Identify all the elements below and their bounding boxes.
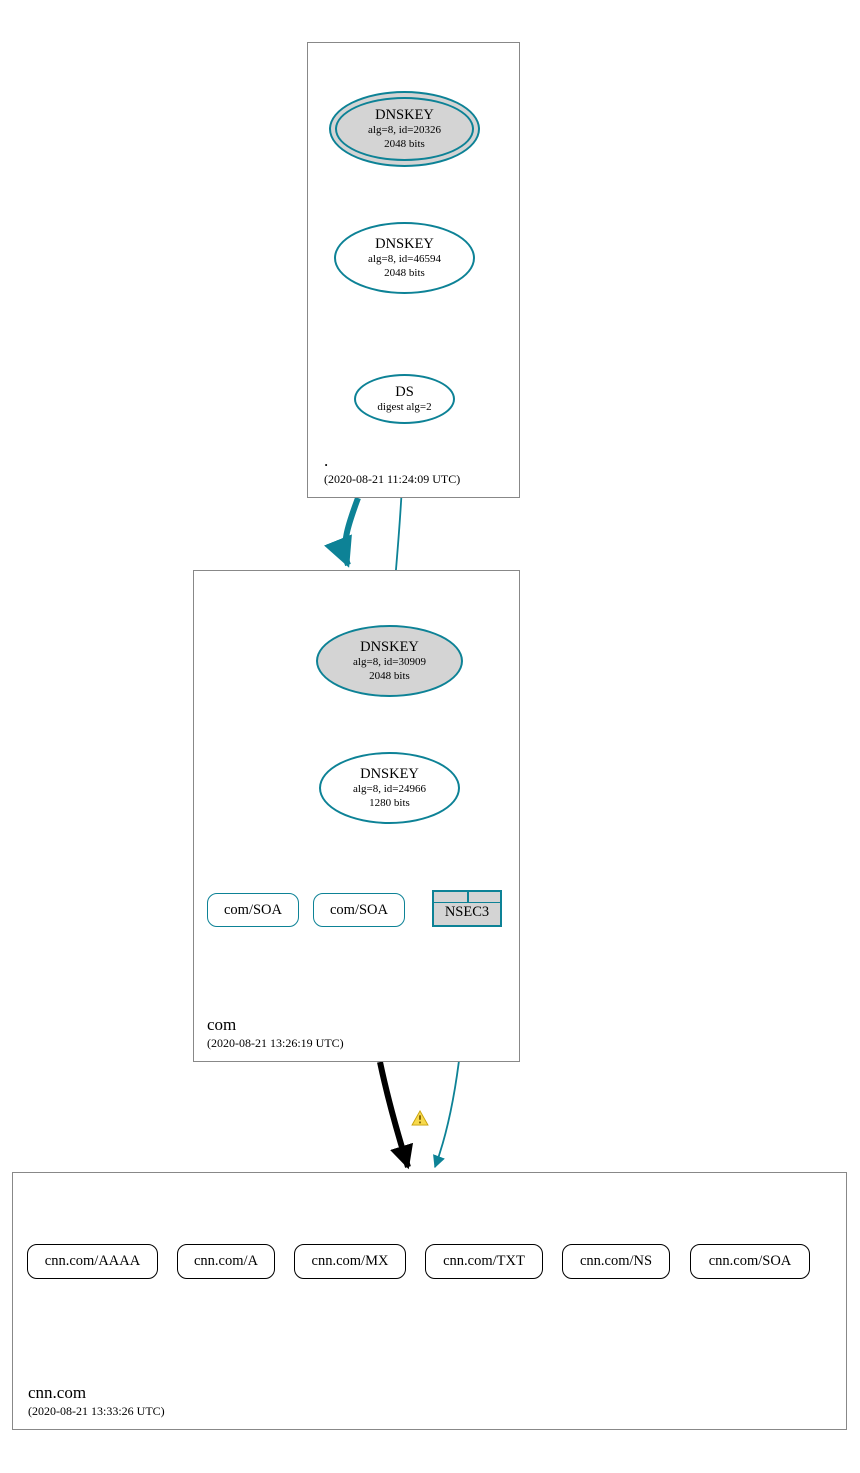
dnskey-alg: alg=8, id=30909: [353, 656, 426, 669]
zone-cnn-time: (2020-08-21 13:33:26 UTC): [28, 1404, 165, 1419]
warning-icon: [411, 1110, 429, 1126]
node-cnn-ns: cnn.com/NS: [562, 1244, 670, 1279]
zone-root-time: (2020-08-21 11:24:09 UTC): [324, 472, 460, 487]
node-com-ksk: DNSKEY alg=8, id=30909 2048 bits: [316, 625, 463, 697]
node-root-ksk: DNSKEY alg=8, id=20326 2048 bits: [329, 91, 480, 167]
zone-com-name: com: [207, 1015, 236, 1035]
zone-cnn: cnn.com (2020-08-21 13:33:26 UTC): [12, 1172, 847, 1430]
dnskey-title: DNSKEY: [375, 236, 434, 253]
node-cnn-a: cnn.com/A: [177, 1244, 275, 1279]
zone-cnn-name: cnn.com: [28, 1383, 86, 1403]
node-com-soa-2: com/SOA: [313, 893, 405, 927]
dnskey-title: DNSKEY: [360, 639, 419, 656]
node-com-soa-1: com/SOA: [207, 893, 299, 927]
ds-title: DS: [395, 384, 414, 401]
node-cnn-mx: cnn.com/MX: [294, 1244, 406, 1279]
dnskey-bits: 2048 bits: [384, 267, 425, 280]
dnskey-bits: 1280 bits: [369, 797, 410, 810]
dnskey-bits: 2048 bits: [384, 138, 425, 151]
dnskey-alg: alg=8, id=46594: [368, 253, 441, 266]
node-nsec3: NSEC3: [432, 890, 502, 927]
node-root-ds: DS digest alg=2: [354, 374, 455, 424]
dnskey-alg: alg=8, id=24966: [353, 783, 426, 796]
node-cnn-txt: cnn.com/TXT: [425, 1244, 543, 1279]
node-com-zsk: DNSKEY alg=8, id=24966 1280 bits: [319, 752, 460, 824]
zone-root-name: .: [324, 451, 328, 471]
dnskey-title: DNSKEY: [360, 766, 419, 783]
ds-digest: digest alg=2: [377, 401, 431, 414]
node-cnn-aaaa: cnn.com/AAAA: [27, 1244, 158, 1279]
dnskey-alg: alg=8, id=20326: [368, 124, 441, 137]
dnskey-title: DNSKEY: [375, 107, 434, 124]
node-root-zsk: DNSKEY alg=8, id=46594 2048 bits: [334, 222, 475, 294]
node-cnn-soa: cnn.com/SOA: [690, 1244, 810, 1279]
zone-com-time: (2020-08-21 13:26:19 UTC): [207, 1036, 344, 1051]
dnskey-bits: 2048 bits: [369, 670, 410, 683]
